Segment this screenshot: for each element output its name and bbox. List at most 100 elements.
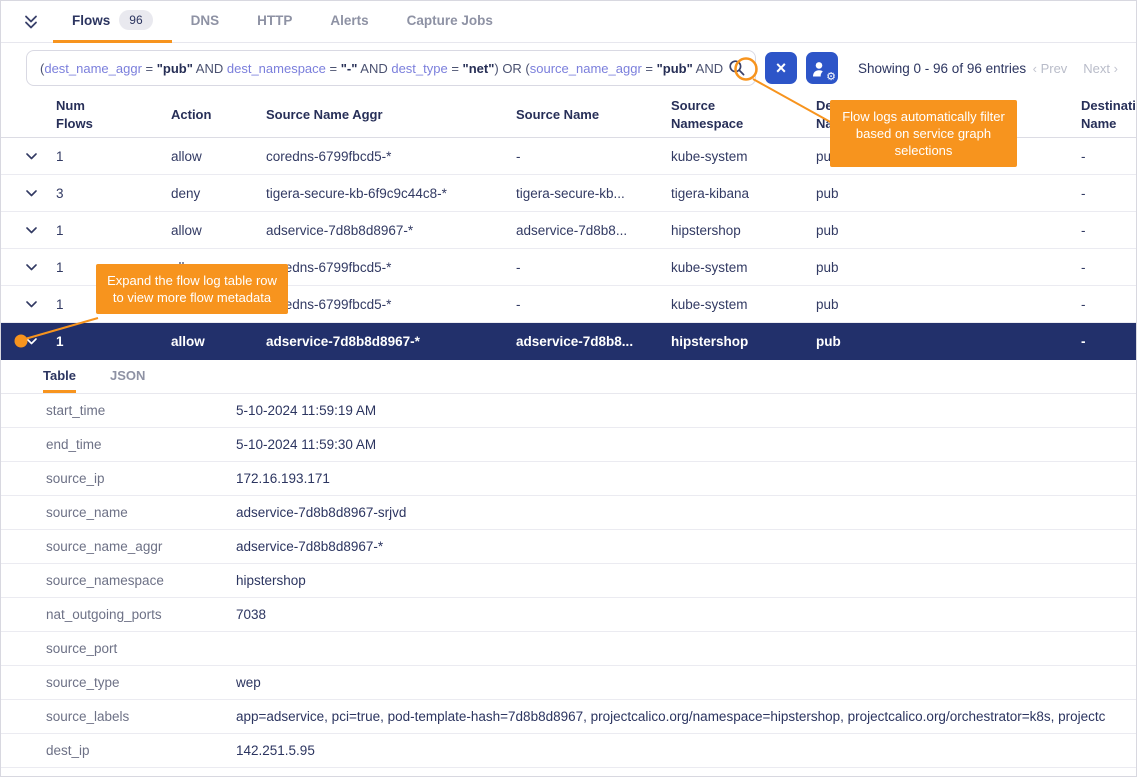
entries-summary: Showing 0 - 96 of 96 entries xyxy=(858,61,1026,76)
detail-value: app=adservice, pci=true, pod-template-ha… xyxy=(236,709,1136,724)
query-segment-op: AND xyxy=(357,61,391,76)
detail-row: end_time 5-10-2024 11:59:30 AM xyxy=(1,428,1136,462)
column-header-source-name[interactable]: Source Name xyxy=(516,106,671,124)
detail-row: source_name adservice-7d8b8d8967-srjvd xyxy=(1,496,1136,530)
cell-num-flows: 1 xyxy=(56,149,171,164)
column-header-num-flows[interactable]: Num Flows xyxy=(56,97,171,132)
log-type-tabs: Flows 96 DNS HTTP Alerts Capture Jobs xyxy=(1,1,1136,43)
table-row[interactable]: 1 allow adservice-7d8b8d8967-* adservice… xyxy=(1,212,1136,249)
detail-key: source_type xyxy=(46,675,236,690)
row-expand-chevron[interactable] xyxy=(26,338,56,345)
chevron-right-icon: › xyxy=(1114,61,1118,76)
query-input[interactable]: (dest_name_aggr = "pub" AND dest_namespa… xyxy=(26,50,756,86)
column-header-source-name-aggr[interactable]: Source Name Aggr xyxy=(266,106,516,124)
cell-source-namespace: hipstershop xyxy=(671,334,816,349)
gear-icon: ⚙ xyxy=(826,72,836,83)
column-header-destination-name[interactable]: Destination Name xyxy=(1081,97,1136,132)
detail-value: 5-10-2024 11:59:19 AM xyxy=(236,403,1136,418)
cell-source-name: adservice-7d8b8... xyxy=(516,223,671,238)
cell-source-name: - xyxy=(516,297,671,312)
query-segment-field: dest_type xyxy=(391,61,447,76)
query-segment-value: "-" xyxy=(341,61,358,76)
filter-bar: (dest_name_aggr = "pub" AND dest_namespa… xyxy=(1,43,1136,93)
detail-key: nat_outgoing_ports xyxy=(46,607,236,622)
query-segment-op: = xyxy=(448,61,463,76)
cell-dest-name-aggr: pub xyxy=(816,297,1081,312)
cell-action: deny xyxy=(171,186,266,201)
collapse-all-icon[interactable] xyxy=(23,13,39,30)
cell-dest-name-aggr: pub xyxy=(816,223,1081,238)
detail-row: nat_outgoing_ports 7038 xyxy=(1,598,1136,632)
detail-value: hipstershop xyxy=(236,573,1136,588)
cell-destination-name: - xyxy=(1081,186,1136,201)
detail-row: source_labels app=adservice, pci=true, p… xyxy=(1,700,1136,734)
detail-key: source_port xyxy=(46,641,236,656)
detail-value: wep xyxy=(236,675,1136,690)
detail-row: source_namespace hipstershop xyxy=(1,564,1136,598)
tab-alerts[interactable]: Alerts xyxy=(311,1,387,43)
table-row[interactable]: 3 deny tigera-secure-kb-6f9c9c44c8-* tig… xyxy=(1,175,1136,212)
detail-value: adservice-7d8b8d8967-srjvd xyxy=(236,505,1136,520)
row-expand-chevron[interactable] xyxy=(26,153,56,160)
detail-value: 7038 xyxy=(236,607,1136,622)
detail-key: source_name xyxy=(46,505,236,520)
cell-destination-name: - xyxy=(1081,223,1136,238)
flows-count-badge: 96 xyxy=(119,10,152,30)
cell-source-name-aggr: tigera-secure-kb-6f9c9c44c8-* xyxy=(266,186,516,201)
cell-source-name: adservice-7d8b8... xyxy=(516,334,671,349)
cell-action: allow xyxy=(171,149,266,164)
cell-source-namespace: kube-system xyxy=(671,149,816,164)
detail-tab-json[interactable]: JSON xyxy=(110,368,145,393)
query-segment-value: "pub" xyxy=(157,61,193,76)
cell-source-name-aggr: coredns-6799fbcd5-* xyxy=(266,149,516,164)
detail-row: source_name_aggr adservice-7d8b8d8967-* xyxy=(1,530,1136,564)
search-icon[interactable] xyxy=(728,59,746,80)
cell-dest-name-aggr: pub xyxy=(816,186,1081,201)
tab-dns[interactable]: DNS xyxy=(172,1,239,43)
flow-detail-panel: Table JSON start_time 5-10-2024 11:59:19… xyxy=(1,360,1136,768)
row-expand-chevron[interactable] xyxy=(26,301,56,308)
detail-value: 5-10-2024 11:59:30 AM xyxy=(236,437,1136,452)
tab-flows[interactable]: Flows 96 xyxy=(53,1,172,43)
row-expand-chevron[interactable] xyxy=(26,190,56,197)
detail-key: start_time xyxy=(46,403,236,418)
user-settings-button[interactable]: ⚙ xyxy=(806,52,838,84)
column-header-action[interactable]: Action xyxy=(171,106,266,124)
detail-rows: start_time 5-10-2024 11:59:19 AM end_tim… xyxy=(1,394,1136,768)
detail-key: dest_ip xyxy=(46,743,236,758)
detail-key: source_ip xyxy=(46,471,236,486)
cell-source-namespace: kube-system xyxy=(671,260,816,275)
detail-key: end_time xyxy=(46,437,236,452)
query-segment-field: dest_name_aggr xyxy=(44,61,142,76)
cell-action: allow xyxy=(171,334,266,349)
next-page-button[interactable]: Next › xyxy=(1083,61,1118,76)
cell-source-name: - xyxy=(516,260,671,275)
cell-source-name-aggr: coredns-6799fbcd5-* xyxy=(266,260,516,275)
clear-filter-button[interactable]: × xyxy=(765,52,797,84)
detail-row: source_port xyxy=(1,632,1136,666)
detail-row: dest_ip 142.251.5.95 xyxy=(1,734,1136,768)
detail-value: 142.251.5.95 xyxy=(236,743,1136,758)
tab-capture-jobs[interactable]: Capture Jobs xyxy=(388,1,512,43)
cell-dest-name-aggr: pub xyxy=(816,334,1081,349)
detail-tab-table[interactable]: Table xyxy=(43,368,76,393)
annotation-callout-filter: Flow logs automatically filter based on … xyxy=(830,100,1017,167)
detail-row: source_ip 172.16.193.171 xyxy=(1,462,1136,496)
table-row[interactable]: 1 allow adservice-7d8b8d8967-* adservice… xyxy=(1,323,1136,360)
row-expand-chevron[interactable] xyxy=(26,264,56,271)
cell-source-name: tigera-secure-kb... xyxy=(516,186,671,201)
query-segment-value: "net" xyxy=(463,61,495,76)
cell-source-namespace: hipstershop xyxy=(671,223,816,238)
column-header-source-namespace[interactable]: Source Namespace xyxy=(671,97,816,132)
prev-page-button[interactable]: ‹ Prev xyxy=(1033,61,1068,76)
detail-row: start_time 5-10-2024 11:59:19 AM xyxy=(1,394,1136,428)
row-expand-chevron[interactable] xyxy=(26,227,56,234)
tab-http[interactable]: HTTP xyxy=(238,1,311,43)
query-segment-op: AND xyxy=(193,61,227,76)
cell-dest-name-aggr: pub xyxy=(816,260,1081,275)
query-segment-op: AND xyxy=(693,61,723,76)
cell-action: allow xyxy=(171,223,266,238)
detail-value: adservice-7d8b8d8967-* xyxy=(236,539,1136,554)
cell-destination-name: - xyxy=(1081,260,1136,275)
cell-num-flows: 3 xyxy=(56,186,171,201)
